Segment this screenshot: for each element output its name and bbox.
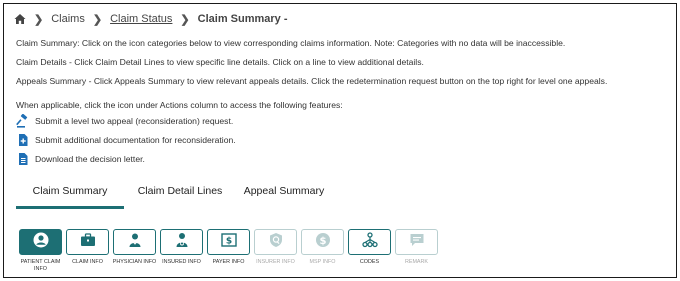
payer-info-button[interactable]: $ [207, 229, 250, 255]
dollar-circle-icon: $ [315, 232, 331, 253]
briefcase-icon [80, 232, 96, 252]
action-label: Download the decision letter. [35, 154, 145, 164]
action-label: Submit additional documentation for reco… [35, 135, 236, 145]
action-level-two-appeal: Submit a level two appeal (reconsiderati… [16, 114, 233, 128]
action-label: Submit a level two appeal (reconsiderati… [35, 116, 234, 126]
codes-button[interactable] [348, 229, 391, 255]
category-label: PHYSICIAN INFO [112, 259, 157, 265]
tab-bar: Claim Summary Claim Detail Lines Appeal … [16, 179, 332, 209]
remark-button [395, 229, 438, 255]
svg-text:$: $ [319, 236, 326, 247]
category-physician-info[interactable]: PHYSICIAN INFO [111, 229, 158, 273]
category-label: MSP INFO [309, 259, 336, 265]
home-icon[interactable] [14, 13, 26, 25]
category-claim-info[interactable]: CLAIM INFO [64, 229, 111, 273]
breadcrumb-claims[interactable]: Claims [51, 13, 85, 25]
category-label: REMARK [404, 259, 429, 265]
action-download-decision-letter: Download the decision letter. [16, 152, 145, 166]
category-payer-info[interactable]: $ PAYER INFO [205, 229, 252, 273]
action-additional-documentation: Submit additional documentation for reco… [16, 133, 236, 147]
actions-intro: When applicable, click the icon under Ac… [16, 100, 343, 110]
category-icons: PATIENT CLAIM INFO CLAIM INFO PHYSICIAN … [17, 229, 440, 273]
insurer-info-button [254, 229, 297, 255]
physician-info-button[interactable] [113, 229, 156, 255]
tab-claim-detail-lines[interactable]: Claim Detail Lines [124, 179, 236, 209]
svg-text:$: $ [225, 236, 231, 246]
category-label: INSURED INFO [162, 259, 201, 265]
tab-appeal-summary[interactable]: Appeal Summary [236, 179, 332, 209]
insured-person-icon [174, 232, 190, 253]
chevron-right-icon: ❯ [180, 13, 190, 26]
physician-icon [127, 232, 143, 253]
category-insurer-info: INSURER INFO [252, 229, 299, 273]
breadcrumb: ❯ Claims ❯ Claim Status ❯ Claim Summary … [14, 11, 288, 27]
appeals-summary-instructions: Appeals Summary - Click Appeals Summary … [16, 76, 608, 86]
patient-claim-info-button[interactable] [19, 229, 62, 255]
msp-info-button: $ [301, 229, 344, 255]
claim-summary-instructions: Claim Summary: Click on the icon categor… [16, 38, 566, 48]
breadcrumb-claim-status[interactable]: Claim Status [110, 13, 172, 25]
shield-icon [268, 232, 284, 253]
document-download-icon [16, 152, 30, 166]
gavel-icon [16, 114, 30, 128]
comment-icon [409, 232, 425, 253]
category-patient-claim-info[interactable]: PATIENT CLAIM INFO [17, 229, 64, 273]
category-label: PATIENT CLAIM INFO [20, 259, 61, 272]
hierarchy-icon [361, 231, 378, 253]
chevron-right-icon: ❯ [92, 13, 103, 26]
claim-details-instructions: Claim Details - Click Claim Detail Lines… [16, 57, 424, 67]
claim-summary-panel: ❯ Claims ❯ Claim Status ❯ Claim Summary … [3, 3, 677, 278]
tab-claim-summary[interactable]: Claim Summary [16, 179, 124, 209]
chevron-right-icon: ❯ [34, 13, 44, 26]
category-msp-info: $ MSP INFO [299, 229, 346, 273]
category-label: INSURER INFO [256, 259, 295, 265]
category-label: CODES [359, 259, 380, 265]
category-insured-info[interactable]: INSURED INFO [158, 229, 205, 273]
dollar-bill-icon: $ [220, 232, 237, 252]
claim-info-button[interactable] [66, 229, 109, 255]
category-codes[interactable]: CODES [346, 229, 393, 273]
category-label: PAYER INFO [212, 259, 245, 265]
user-circle-icon [33, 232, 49, 253]
breadcrumb-claim-summary: Claim Summary - [197, 13, 288, 25]
category-label: CLAIM INFO [72, 259, 103, 265]
insured-info-button[interactable] [160, 229, 203, 255]
document-add-icon [16, 133, 30, 147]
category-remark: REMARK [393, 229, 440, 273]
